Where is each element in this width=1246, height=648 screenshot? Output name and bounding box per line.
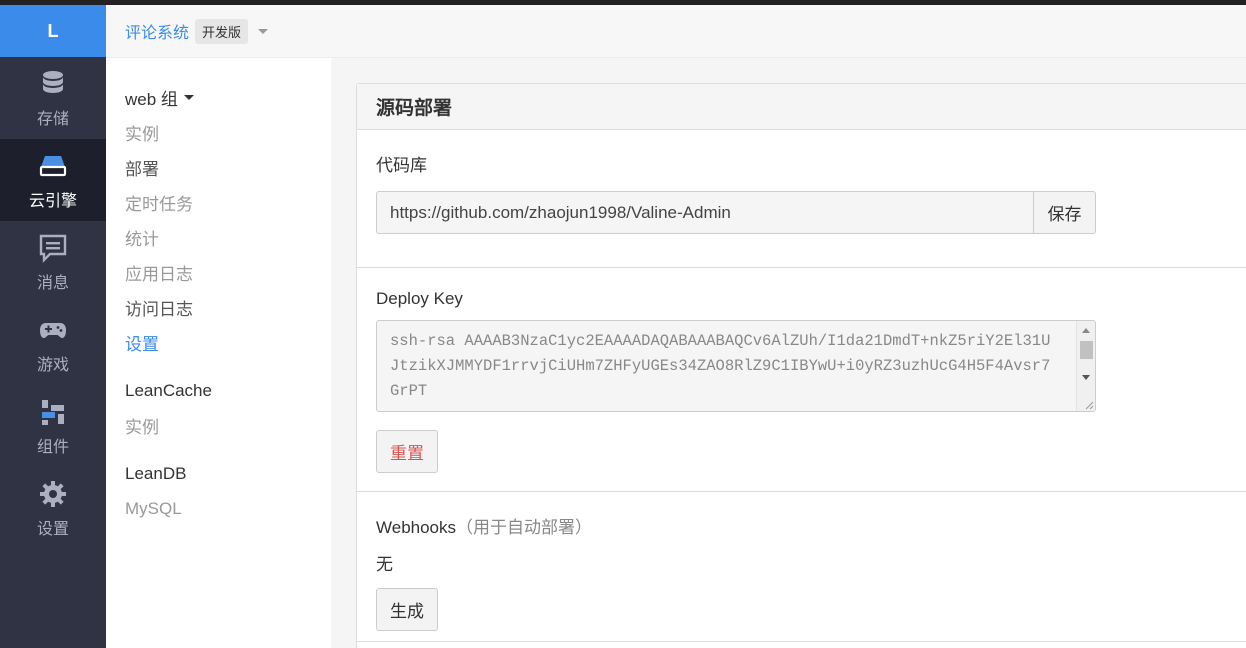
deploy-key-textarea[interactable]: ssh-rsa AAAAB3NzaC1yc2EAAAADAQABAAABAQCv… [376,320,1096,412]
server-icon [36,149,70,183]
rail-label-games: 游戏 [36,357,69,374]
deploy-key-text: ssh-rsa AAAAB3NzaC1yc2EAAAADAQABAAABAQCv… [390,332,1051,400]
scroll-thumb[interactable] [1080,341,1093,359]
database-icon [36,67,70,101]
deploy-key-label: Deploy Key [376,289,463,308]
components-icon [36,395,70,429]
webhooks-section: Webhooks（用于自动部署） 无 生成 [357,492,1246,642]
webhooks-label: Webhooks（用于自动部署） [376,513,1236,538]
group-selector-web[interactable]: web 组 [125,80,331,115]
gamepad-icon [36,313,70,347]
top-header: 评论系统 开发版 [106,5,1246,58]
message-icon [36,231,70,265]
rail-label-storage: 存储 [36,111,69,128]
rail-item-storage[interactable]: 存储 [0,57,106,139]
resize-handle-icon[interactable] [1084,400,1094,410]
deploy-key-section: Deploy Key ssh-rsa AAAAB3NzaC1yc2EAAAADA… [357,268,1246,492]
textarea-scrollbar[interactable] [1076,321,1095,411]
app-switcher-caret-icon[interactable] [258,28,269,34]
group-title-leancache: LeanCache [125,380,212,400]
rail-item-messages[interactable]: 消息 [0,221,106,303]
rail-item-components[interactable]: 组件 [0,385,106,467]
scroll-down-arrow-icon[interactable] [1082,375,1090,380]
reset-key-button[interactable]: 重置 [376,430,438,473]
nav-item-deploy[interactable]: 部署 [125,150,331,185]
gear-icon [36,477,70,511]
rail-label-settings: 设置 [36,521,69,538]
nav-item-settings[interactable]: 设置 [125,325,331,360]
nav-item-access-logs[interactable]: 访问日志 [125,290,331,325]
rail-item-games[interactable]: 游戏 [0,303,106,385]
env-badge: 开发版 [195,18,249,44]
rail-item-settings[interactable]: 设置 [0,467,106,549]
repo-section: 代码库 https://github.com/zhaojun1998/Valin… [357,130,1246,268]
main-content: 源码部署 代码库 https://github.com/zhaojun1998/… [331,58,1246,648]
nav-item-mysql[interactable]: MySQL [125,491,331,526]
panel-title: 源码部署 [357,84,1246,130]
generate-webhook-button[interactable]: 生成 [376,588,438,631]
repo-url-input[interactable]: https://github.com/zhaojun1998/Valine-Ad… [376,191,1033,234]
webhooks-title: Webhooks [376,518,457,537]
scroll-up-arrow-icon[interactable] [1082,328,1090,333]
nav-item-app-logs[interactable]: 应用日志 [125,255,331,290]
caret-down-icon [183,95,194,100]
app-name-link[interactable]: 评论系统 [125,19,189,43]
rail-item-cloud-engine[interactable]: 云引擎 [0,139,106,221]
group-title-web: web 组 [125,90,178,109]
nav-item-leancache-instances[interactable]: 实例 [125,408,331,443]
app-logo[interactable]: L [0,5,106,57]
repo-label: 代码库 [376,156,427,175]
save-button[interactable]: 保存 [1033,191,1096,234]
rail-label-cloud-engine: 云引擎 [28,193,77,210]
source-deploy-panel: 源码部署 代码库 https://github.com/zhaojun1998/… [356,83,1246,648]
group-title-leandb: LeanDB [125,463,187,483]
main-rail: L 存储 云引擎 消息 游戏 组件 设置 [0,5,106,648]
webhooks-note: （用于自动部署） [456,518,593,537]
secondary-sidebar: web 组 实例 部署 定时任务 统计 应用日志 访问日志 设置 LeanCac… [106,58,331,648]
rail-label-components: 组件 [36,439,69,456]
nav-item-cron-jobs[interactable]: 定时任务 [125,185,331,220]
nav-item-stats[interactable]: 统计 [125,220,331,255]
repo-input-group: https://github.com/zhaojun1998/Valine-Ad… [376,191,1096,234]
webhooks-value: 无 [376,555,393,574]
nav-item-instances[interactable]: 实例 [125,115,331,150]
rail-label-messages: 消息 [36,275,69,292]
